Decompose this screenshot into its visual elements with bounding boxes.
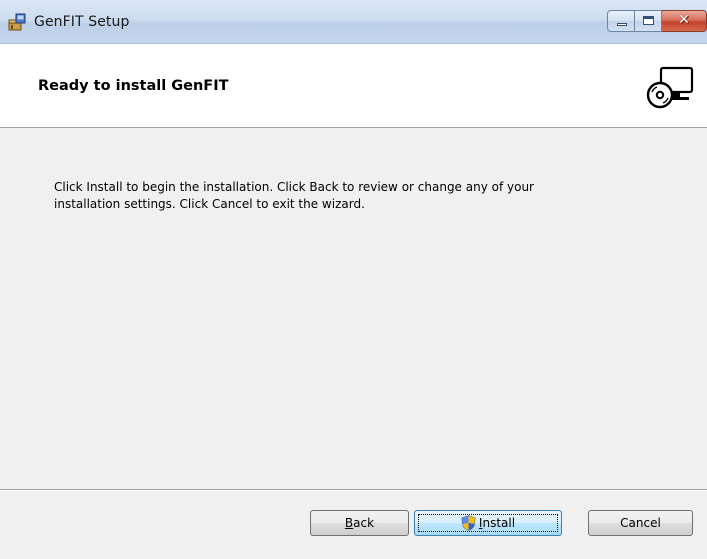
page-title: Ready to install GenFIT (38, 78, 229, 94)
close-icon: ✕ (678, 12, 690, 28)
caption-buttons: ✕ (607, 10, 707, 32)
minimize-button[interactable] (607, 10, 635, 32)
cancel-button[interactable]: Cancel (588, 510, 693, 536)
maximize-button[interactable] (635, 10, 662, 32)
instructions-line-2: installation settings. Click Cancel to e… (54, 197, 365, 211)
window-title: GenFIT Setup (34, 14, 130, 30)
back-label: ack (353, 516, 375, 530)
back-button[interactable]: Back (310, 510, 409, 536)
minimize-icon (617, 23, 627, 26)
footer-divider (0, 489, 707, 491)
install-label: nstall (482, 516, 516, 530)
title-bar[interactable]: GenFIT Setup ✕ (0, 0, 707, 44)
back-mnemonic: B (344, 516, 354, 530)
setup-window: GenFIT Setup ✕ Ready to install GenFIT C… (0, 0, 707, 559)
install-button[interactable]: Install (414, 510, 562, 536)
maximize-icon (643, 16, 654, 25)
cancel-label: Cancel (620, 516, 661, 530)
computer-install-icon (646, 66, 694, 109)
header-banner: Ready to install GenFIT (0, 44, 707, 128)
close-button[interactable]: ✕ (662, 10, 707, 32)
installer-app-icon (8, 13, 26, 31)
instructions-line-1: Click Install to begin the installation.… (54, 180, 534, 194)
instructions-text: Click Install to begin the installation.… (54, 179, 654, 213)
uac-shield-icon (461, 515, 476, 531)
